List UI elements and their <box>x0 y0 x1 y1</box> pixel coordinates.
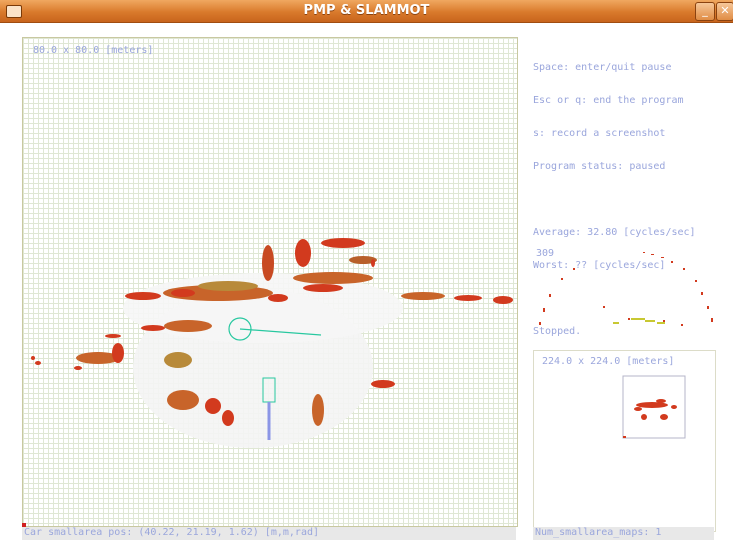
average-rate: Average: 32.80 [cycles/sec] <box>533 227 696 238</box>
smallarea-count-text: Num_smallarea_maps: 1 <box>535 527 662 538</box>
map-scale-label: 80.0 x 80.0 [meters] <box>33 45 154 56</box>
help-line-space: Space: enter/quit pause <box>533 62 672 73</box>
close-button[interactable]: ✕ <box>716 2 733 21</box>
overview-scale-label: 224.0 x 224.0 [meters] <box>542 356 675 367</box>
map-drawing <box>31 238 513 448</box>
scan-point-count: 309 <box>536 248 555 259</box>
overview-map: 224.0 x 224.0 [meters] <box>533 350 716 532</box>
car-position-text: Car smallarea pos: (40.22, 21.19, 1.62) … <box>24 527 320 538</box>
help-line-screenshot: s: record a screenshot <box>533 128 666 139</box>
overview-drawing <box>622 375 686 439</box>
free-space-region-upper <box>123 273 403 343</box>
status-bar: Car smallarea pos: (40.22, 21.19, 1.62) … <box>22 523 516 540</box>
occupancy-grid-map: 80.0 x 80.0 [meters] <box>22 37 518 527</box>
program-status: Program status: paused <box>533 161 666 172</box>
overview-status-bar: Num_smallarea_maps: 1 <box>533 527 714 540</box>
minimize-button[interactable]: _ <box>695 2 715 21</box>
laser-scan-view <box>539 252 713 326</box>
window-title: PMP & SLAMMOT <box>303 3 430 18</box>
title-bar: PMP & SLAMMOT _ ✕ <box>0 0 733 23</box>
help-line-quit: Esc or q: end the program <box>533 95 684 106</box>
